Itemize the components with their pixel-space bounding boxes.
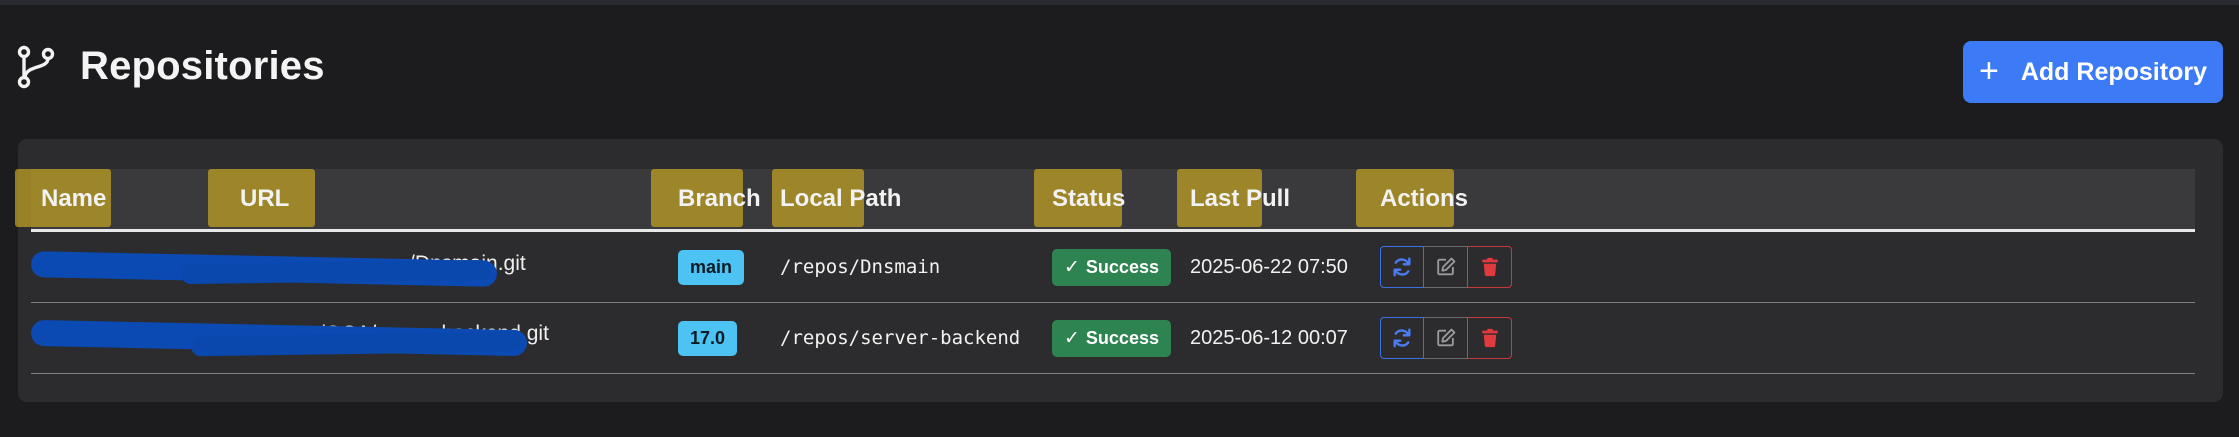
table-header: Name URL Branch Local Path Status Last P… [15, 169, 2195, 232]
last-pull: 2025-06-12 00:07 [1190, 326, 1348, 349]
delete-button[interactable] [1468, 317, 1512, 359]
add-repository-button[interactable]: + Add Repository [1963, 41, 2223, 103]
branch-cell: main [678, 232, 745, 302]
status-badge: ✓ Success [1052, 248, 1171, 286]
branch-cell: 17.0 [678, 303, 738, 373]
check-icon: ✓ [1064, 327, 1080, 349]
actions-cell [1380, 303, 1512, 373]
add-repository-label: Add Repository [2020, 57, 2207, 86]
last-pull: 2025-06-22 07:50 [1190, 255, 1348, 278]
column-header-last-pull[interactable]: Last Pull [1190, 169, 1290, 229]
page-title: Repositories [80, 44, 325, 88]
edit-icon [1436, 328, 1455, 347]
check-icon: ✓ [1064, 256, 1080, 278]
page-header: Repositories + Add Repository [16, 40, 2223, 103]
trash-icon [1481, 257, 1498, 277]
repositories-table: Name URL Branch Local Path Status Last P… [15, 169, 2195, 374]
repo-name-cell: /OCA/server-backend.git [30, 303, 631, 373]
actions-cell [1380, 232, 1512, 302]
git-branch-icon [17, 45, 55, 88]
refresh-button[interactable] [1380, 317, 1424, 359]
branch-badge: 17.0 [678, 320, 738, 356]
status-cell: ✓ Success [1052, 303, 1171, 373]
table-row: /OCA/server-backend.git 17.0 /repos/serv… [30, 303, 2195, 374]
column-header-name[interactable]: Name [41, 169, 106, 229]
status-cell: ✓ Success [1052, 232, 1171, 302]
local-path: /repos/Dnsmain [780, 256, 941, 278]
refresh-icon [1393, 328, 1411, 348]
status-badge: ✓ Success [1052, 319, 1171, 357]
local-path-cell: /repos/Dnsmain [780, 232, 940, 302]
local-path-cell: /repos/server-backend [780, 303, 1020, 373]
branch-badge: main [678, 249, 745, 285]
column-header-status[interactable]: Status [1052, 169, 1125, 229]
plus-icon: + [1979, 51, 1999, 90]
delete-button[interactable] [1468, 246, 1512, 288]
refresh-button[interactable] [1380, 246, 1424, 288]
table-row: /Dnsmain.git main /repos/Dnsmain ✓ Succe… [30, 232, 2195, 303]
edit-button[interactable] [1424, 246, 1468, 288]
edit-button[interactable] [1424, 317, 1468, 359]
repo-name-cell: /Dnsmain.git [30, 232, 631, 302]
column-header-local-path[interactable]: Local Path [780, 169, 901, 229]
last-pull-cell: 2025-06-12 00:07 [1190, 303, 1348, 373]
column-header-url[interactable]: URL [240, 169, 289, 229]
title-group: Repositories [16, 44, 325, 89]
last-pull-cell: 2025-06-22 07:50 [1190, 232, 1348, 302]
column-header-branch[interactable]: Branch [678, 169, 761, 229]
status-label: Success [1085, 256, 1159, 277]
repositories-card: Name URL Branch Local Path Status Last P… [15, 139, 2223, 402]
status-label: Success [1085, 327, 1159, 348]
column-header-actions: Actions [1380, 185, 1469, 212]
refresh-icon [1393, 257, 1411, 277]
local-path: /repos/server-backend [780, 327, 1021, 349]
top-bar [0, 0, 2239, 5]
trash-icon [1481, 328, 1498, 348]
edit-icon [1436, 257, 1455, 276]
